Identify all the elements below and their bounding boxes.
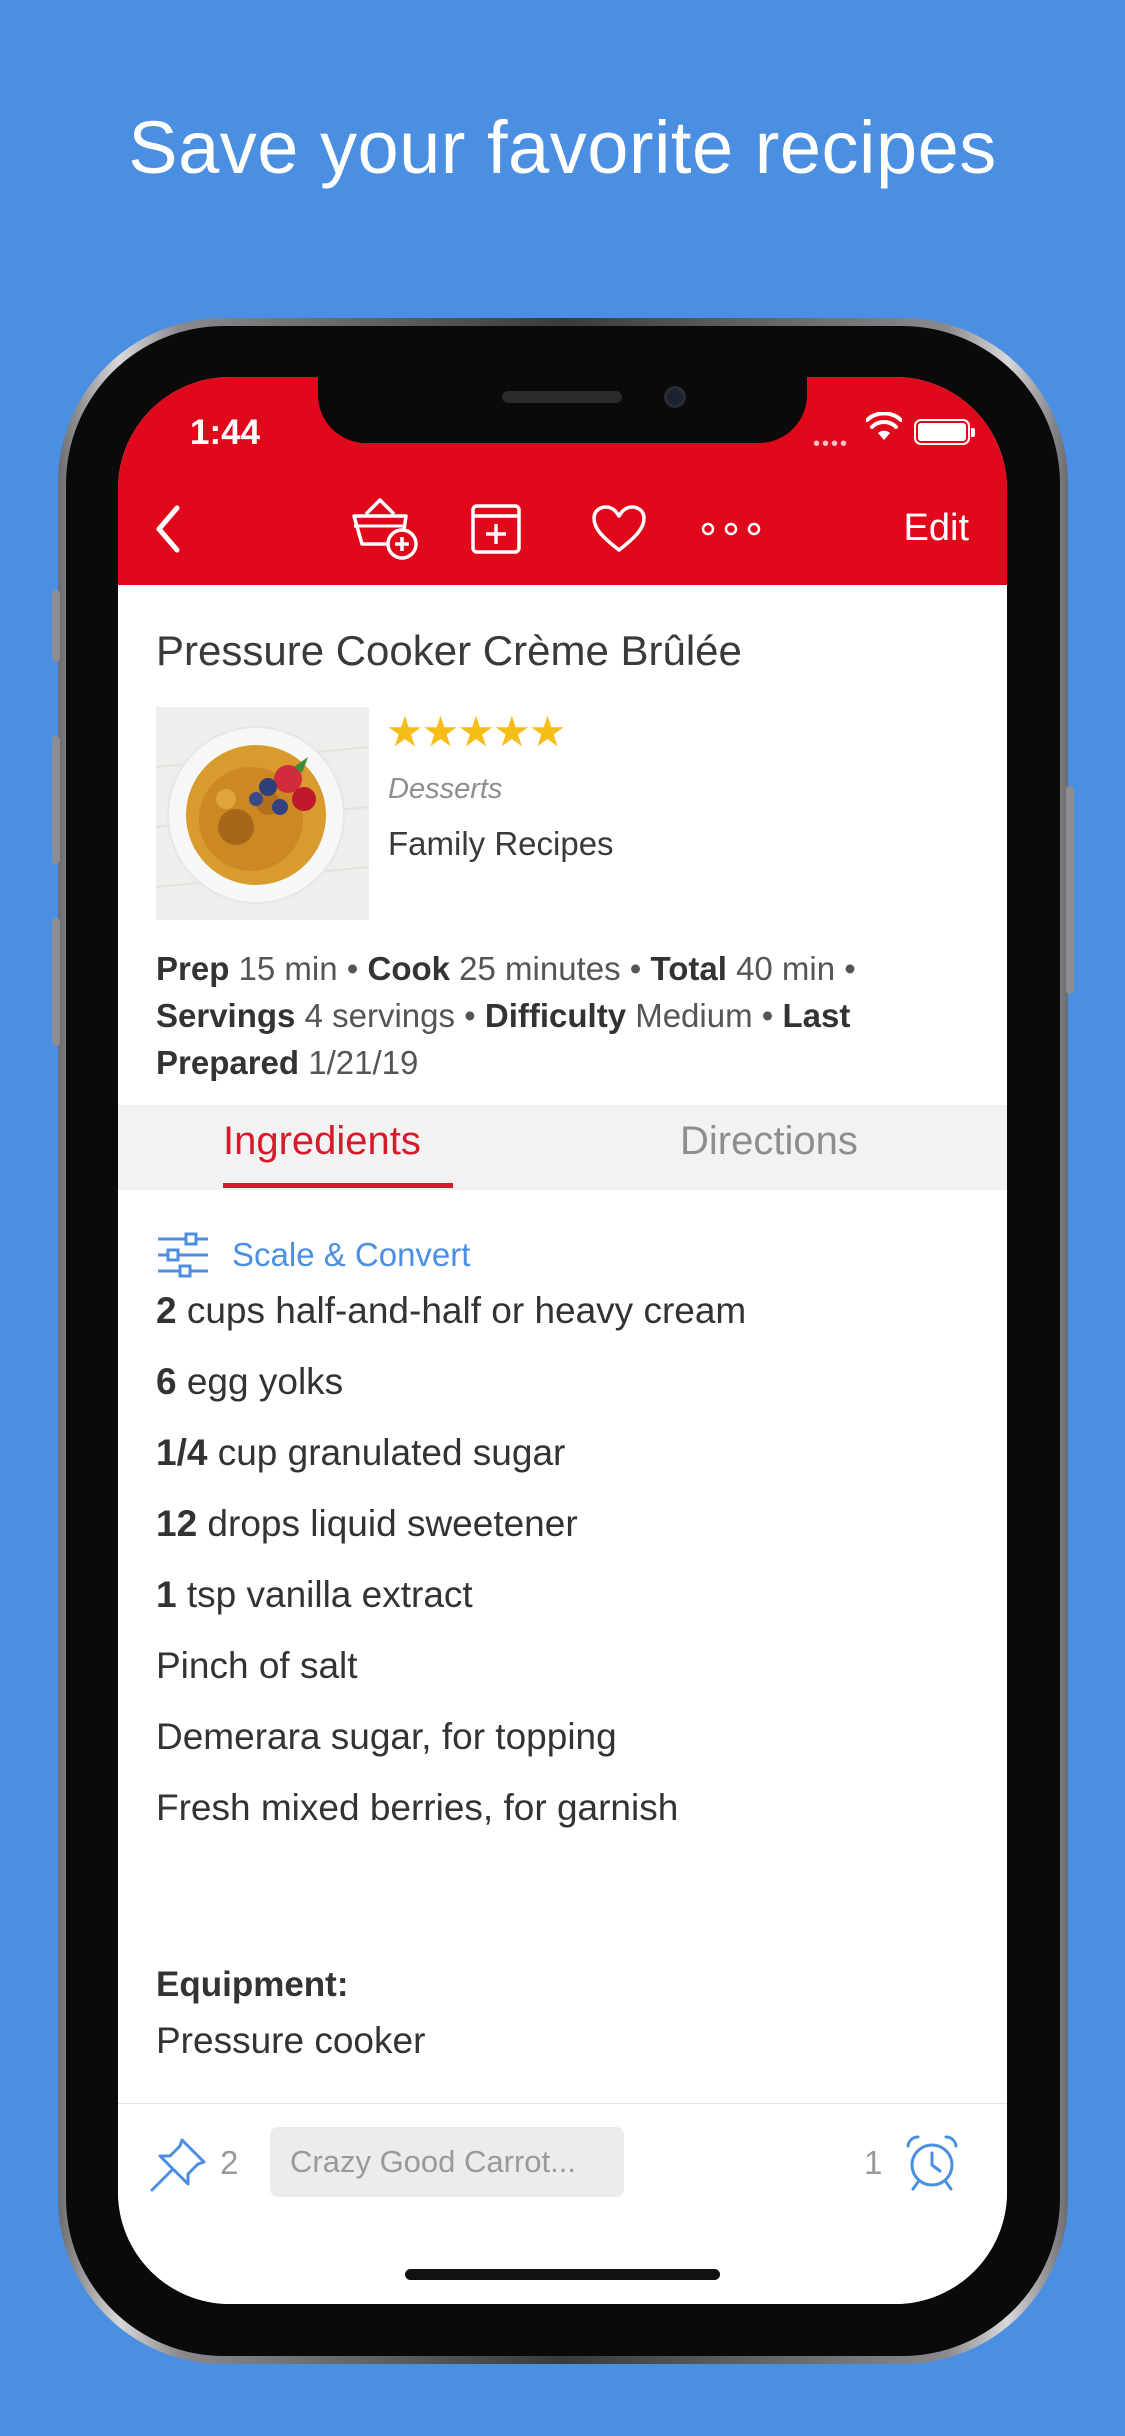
recipe-meta: Prep 15 min • Cook 25 minutes • Total 40… [156, 950, 856, 1081]
timer-count: 1 [864, 2144, 883, 2181]
side-button-silent [52, 590, 60, 662]
recipe-title: Pressure Cooker Crème Brûlée [156, 627, 742, 674]
chevron-left-icon [156, 505, 180, 553]
ingredient-item[interactable]: 1/4 cup granulated sugar [156, 1432, 565, 1474]
phone-screen: 1:44 •••• Edit Pressure Cooker Crème Brû… [118, 377, 1007, 2304]
status-time: 1:44 [190, 413, 261, 452]
servings-value: 4 servings [304, 997, 455, 1034]
difficulty-label: Difficulty [484, 997, 627, 1034]
equipment-heading: Equipment: [156, 1965, 349, 2004]
cook-label: Cook [367, 950, 451, 987]
difficulty-value: Medium [635, 997, 753, 1034]
ingredient-text: Pinch of salt [156, 1645, 358, 1686]
active-tab-indicator [223, 1183, 453, 1188]
recipe-photo[interactable] [156, 707, 369, 920]
ingredient-item[interactable]: 2 cups half-and-half or heavy cream [156, 1290, 746, 1332]
recipe-category: Desserts [388, 773, 503, 805]
scale-convert-label: Scale & Convert [232, 1236, 471, 1273]
ingredient-item[interactable]: Pinch of salt [156, 1645, 358, 1687]
signal-dots: •••• [813, 433, 850, 455]
cook-value: 25 minutes [459, 950, 621, 987]
recipe-collection: Family Recipes [388, 825, 614, 862]
favorite-button[interactable] [584, 499, 654, 559]
ingredient-text: cups half-and-half or heavy cream [176, 1290, 747, 1331]
more-dots-icon [701, 522, 761, 536]
ingredient-item[interactable]: 1 tsp vanilla extract [156, 1574, 473, 1616]
battery-icon [914, 419, 975, 445]
sliders-icon [158, 1232, 208, 1278]
add-to-calendar-button[interactable] [466, 499, 526, 559]
tab-ingredients[interactable]: Ingredients [223, 1119, 421, 1164]
ingredient-text: tsp vanilla extract [176, 1574, 473, 1615]
pinned-recipe-chip[interactable]: Crazy Good Carrot... [270, 2127, 624, 2197]
servings-label: Servings [156, 997, 296, 1034]
headline: Save your favorite recipes [128, 106, 997, 189]
heart-icon [592, 505, 646, 552]
prep-label: Prep [156, 950, 230, 987]
rating-stars[interactable]: ★★★★★ [386, 707, 566, 756]
ingredient-qty: 1/4 [156, 1432, 208, 1473]
phone-notch [318, 377, 807, 443]
home-indicator[interactable] [405, 2269, 720, 2280]
pinned-recipes-button[interactable] [148, 2136, 208, 2199]
ingredient-item[interactable]: 6 egg yolks [156, 1361, 343, 1403]
ingredient-text: drops liquid sweetener [197, 1503, 578, 1544]
edit-button[interactable]: Edit [904, 507, 969, 550]
total-label: Total [650, 950, 727, 987]
ingredient-text: Fresh mixed berries, for garnish [156, 1787, 679, 1828]
tab-directions[interactable]: Directions [680, 1119, 858, 1164]
alarm-clock-icon [906, 2135, 958, 2191]
more-button[interactable] [696, 499, 766, 559]
recipe-tabs: Ingredients Directions [118, 1105, 1007, 1190]
bottom-toolbar: 2 Crazy Good Carrot... 1 [118, 2103, 1007, 2304]
side-button-power [1066, 786, 1074, 994]
total-value: 40 min [736, 950, 836, 987]
ingredient-text: Demerara sugar, for topping [156, 1716, 617, 1757]
ingredient-qty: 12 [156, 1503, 198, 1544]
pinned-count: 2 [220, 2144, 239, 2181]
ingredient-qty: 6 [156, 1361, 177, 1402]
pin-icon [150, 2138, 206, 2192]
timers-button[interactable] [904, 2134, 960, 2197]
last-prepared-value: 1/21/19 [308, 1044, 419, 1081]
basket-add-icon [352, 498, 418, 560]
ingredient-item[interactable]: Fresh mixed berries, for garnish [156, 1787, 678, 1829]
calendar-add-icon [471, 504, 521, 554]
ingredient-text: egg yolks [176, 1361, 344, 1402]
ingredient-qty: 1 [156, 1574, 177, 1615]
ingredient-qty: 2 [156, 1290, 177, 1331]
ingredient-item[interactable]: 12 drops liquid sweetener [156, 1503, 578, 1545]
side-button-volume-down [52, 918, 60, 1046]
equipment-item: Pressure cooker [156, 2020, 426, 2061]
scale-convert-button[interactable]: Scale & Convert [156, 1230, 470, 1280]
creme-brulee-image [156, 707, 369, 920]
add-to-grocery-button[interactable] [346, 498, 426, 560]
back-button[interactable] [138, 499, 198, 559]
ingredient-text: cup granulated sugar [207, 1432, 566, 1473]
wifi-icon [866, 412, 902, 440]
side-button-volume-up [52, 736, 60, 864]
front-camera [664, 386, 686, 408]
earpiece-speaker [502, 391, 622, 403]
prep-value: 15 min [238, 950, 338, 987]
ingredient-item[interactable]: Demerara sugar, for topping [156, 1716, 617, 1758]
